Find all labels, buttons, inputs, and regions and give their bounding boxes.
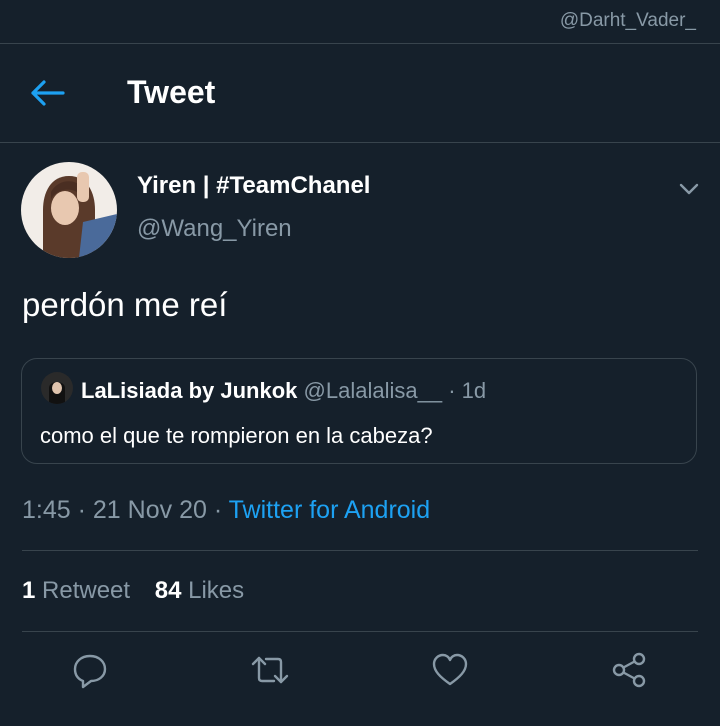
retweet-count: 1 [22, 577, 36, 604]
retweet-button[interactable] [250, 650, 290, 690]
like-icon [432, 653, 468, 686]
reply-button[interactable] [70, 650, 110, 690]
quoted-text: como el que te rompieron en la cabeza? [40, 423, 433, 448]
arrow-left-icon [31, 80, 65, 106]
quoted-author-handle: @Lalalalisa__ [303, 378, 443, 403]
tweet-time: 1:45 [22, 496, 71, 524]
chevron-down-icon [679, 183, 699, 195]
quoted-time: · 1d [448, 378, 487, 403]
tweet-meta: 1:45 · 21 Nov 20 · Twitter for Android [22, 496, 430, 525]
divider [22, 550, 698, 551]
likes-stat[interactable]: 84 Likes [155, 577, 244, 604]
tweet-text: perdón me reí [22, 286, 228, 323]
quoted-author-name: LaLisiada by Junkok [81, 378, 298, 403]
watermark: @Darht_Vader_ [559, 10, 696, 31]
header-bar: Tweet [0, 44, 720, 142]
share-button[interactable] [610, 650, 650, 690]
more-options-button[interactable] [676, 176, 702, 202]
separator: · [77, 496, 93, 524]
share-icon [612, 652, 646, 688]
quoted-avatar-image [41, 372, 73, 404]
quoted-tweet[interactable]: LaLisiada by Junkok @Lalalalisa__ · 1d c… [21, 358, 697, 464]
quoted-header: LaLisiada by Junkok @Lalalalisa__ · 1d [81, 378, 486, 404]
like-label: Likes [188, 577, 245, 604]
reply-icon [73, 654, 107, 689]
retweet-label: Retweet [42, 577, 131, 604]
action-bar [0, 648, 720, 696]
back-button[interactable] [30, 78, 66, 108]
tweet-stats: 1 Retweet 84 Likes [22, 577, 244, 605]
divider [0, 142, 720, 143]
like-button[interactable] [430, 650, 470, 690]
retweet-icon [251, 656, 289, 684]
avatar-image [21, 162, 117, 258]
retweets-stat[interactable]: 1 Retweet [22, 577, 130, 604]
tweet-date: 21 Nov 20 [92, 496, 207, 524]
like-count: 84 [154, 577, 182, 604]
divider [22, 631, 698, 632]
tweet-source-link[interactable]: Twitter for Android [229, 496, 430, 524]
page-title: Tweet [127, 74, 216, 110]
author-handle[interactable]: @Wang_Yiren [137, 215, 292, 243]
avatar[interactable] [21, 162, 117, 258]
author-name[interactable]: Yiren | #TeamChanel [137, 172, 370, 200]
separator: · [213, 496, 229, 524]
quoted-avatar [41, 372, 73, 404]
